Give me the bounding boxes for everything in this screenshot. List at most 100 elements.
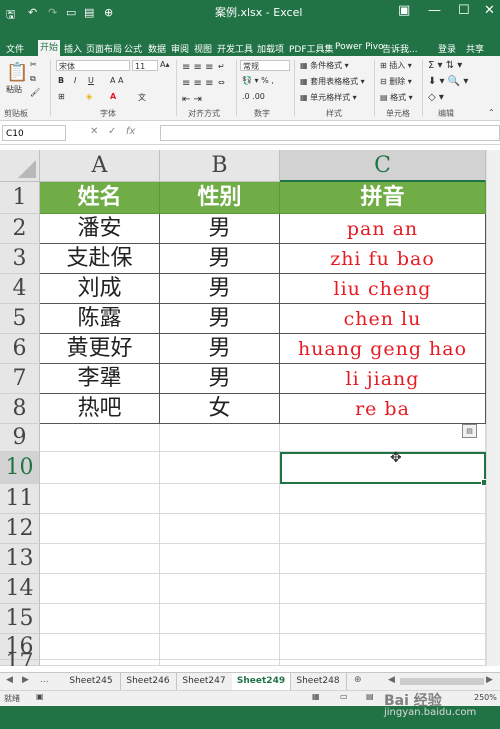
decimal-icon[interactable]: .0 .00 xyxy=(242,92,265,101)
table-header-cell[interactable]: 性别 xyxy=(160,182,280,214)
phonetic-icon[interactable]: 文 xyxy=(138,92,146,103)
quick-analysis-icon[interactable]: ▤ xyxy=(462,424,477,438)
table-cell[interactable]: pan an xyxy=(280,214,486,244)
conditional-format-button[interactable]: ▦ 条件格式 ▾ xyxy=(300,60,349,71)
align-top-icon[interactable]: ≡ ≡ ≡ xyxy=(182,62,214,73)
enter-icon[interactable]: ✓ xyxy=(108,126,116,137)
customize-icon[interactable]: ▤ xyxy=(84,6,94,19)
cut-icon[interactable]: ✂ xyxy=(30,60,37,69)
format-painter-icon[interactable]: 🖌 xyxy=(30,88,40,97)
table-cell[interactable]: 潘安 xyxy=(40,214,160,244)
select-all-button[interactable] xyxy=(0,150,40,182)
indent-icon[interactable]: ⇤ ⇥ xyxy=(182,94,202,105)
currency-icon[interactable]: 💱 ▾ % , xyxy=(242,76,274,85)
tab-pdf-tools[interactable]: PDF工具集 xyxy=(289,42,334,55)
cancel-icon[interactable]: ✕ xyxy=(90,126,98,137)
delete-cells-button[interactable]: ⊟ 删除 ▾ xyxy=(380,76,412,87)
empty-cell[interactable] xyxy=(160,424,280,452)
empty-cell[interactable] xyxy=(280,424,486,452)
row-header[interactable]: 15 xyxy=(0,604,40,634)
row-header[interactable]: 11 xyxy=(0,484,40,514)
collapse-ribbon-icon[interactable]: ⌃ xyxy=(488,108,495,117)
font-size-select[interactable]: 11 xyxy=(132,60,158,71)
table-cell[interactable]: 刘成 xyxy=(40,274,160,304)
tab-developer[interactable]: 开发工具 xyxy=(217,42,253,55)
redo-icon[interactable]: ↷ xyxy=(48,6,57,19)
column-header-a[interactable]: A xyxy=(40,150,160,182)
fill-color-icon[interactable]: ◈ xyxy=(86,92,92,101)
empty-cell[interactable] xyxy=(280,484,486,514)
wrap-text-icon[interactable]: ↵ xyxy=(218,62,225,71)
tab-insert[interactable]: 插入 xyxy=(64,42,82,55)
empty-cell[interactable] xyxy=(160,452,280,484)
format-cells-button[interactable]: ▤ 格式 ▾ xyxy=(380,92,413,103)
tell-me-search[interactable]: 告诉我... xyxy=(382,42,418,55)
align-left-icon[interactable]: ≡ ≡ ≡ xyxy=(182,78,214,89)
font-name-select[interactable]: 宋体 xyxy=(56,60,130,71)
empty-cell[interactable] xyxy=(280,660,486,666)
row-header[interactable]: 6 xyxy=(0,334,40,364)
sheet-tab[interactable]: Sheet246 xyxy=(120,673,177,690)
table-cell[interactable]: 支赴保 xyxy=(40,244,160,274)
table-cell[interactable]: 男 xyxy=(160,364,280,394)
table-cell[interactable]: re ba xyxy=(280,394,486,424)
maximize-icon[interactable]: ☐ xyxy=(458,3,470,18)
active-cell-selection[interactable] xyxy=(280,452,488,486)
sheet-tab[interactable]: Sheet245 xyxy=(62,673,121,690)
share-button[interactable]: 共享 xyxy=(466,42,484,55)
table-cell[interactable]: 热吧 xyxy=(40,394,160,424)
empty-cell[interactable] xyxy=(40,574,160,604)
horizontal-scrollbar[interactable] xyxy=(400,678,484,685)
more-sheets-icon[interactable]: ... xyxy=(40,675,49,685)
page-layout-icon[interactable]: ▭ xyxy=(340,692,348,701)
empty-cell[interactable] xyxy=(40,634,160,660)
table-cell[interactable]: 男 xyxy=(160,274,280,304)
add-sheet-icon[interactable]: ⊕ xyxy=(354,675,362,685)
empty-cell[interactable] xyxy=(40,544,160,574)
empty-cell[interactable] xyxy=(40,452,160,484)
empty-cell[interactable] xyxy=(160,514,280,544)
sheet-tab[interactable]: Sheet247 xyxy=(176,673,233,690)
empty-cell[interactable] xyxy=(160,544,280,574)
table-cell[interactable]: liu cheng xyxy=(280,274,486,304)
tab-formulas[interactable]: 公式 xyxy=(124,42,142,55)
empty-cell[interactable] xyxy=(160,604,280,634)
table-cell[interactable]: zhi fu bao xyxy=(280,244,486,274)
zoom-level[interactable]: 250% xyxy=(474,693,497,702)
prev-sheet-icon[interactable]: ◀ xyxy=(6,675,13,685)
vertical-scrollbar[interactable] xyxy=(486,150,500,666)
tab-home[interactable]: 开始 xyxy=(38,40,61,56)
border-icon[interactable]: ⊞ xyxy=(58,92,65,101)
table-cell[interactable]: 女 xyxy=(160,394,280,424)
row-header[interactable]: 9 xyxy=(0,424,40,452)
name-box[interactable]: C10 xyxy=(2,125,66,141)
print-preview-icon[interactable]: ▭ xyxy=(66,6,76,19)
table-header-cell[interactable]: 姓名 xyxy=(40,182,160,214)
empty-cell[interactable] xyxy=(40,660,160,666)
table-cell[interactable]: 男 xyxy=(160,244,280,274)
table-cell[interactable]: chen lu xyxy=(280,304,486,334)
fill-icon[interactable]: ⬇ ▾ 🔍 ▾ xyxy=(428,76,468,87)
hscroll-right-icon[interactable]: ▶ xyxy=(486,675,493,685)
empty-cell[interactable] xyxy=(280,514,486,544)
empty-cell[interactable] xyxy=(40,514,160,544)
normal-view-icon[interactable]: ▦ xyxy=(312,692,320,701)
table-cell[interactable]: 黄更好 xyxy=(40,334,160,364)
row-header[interactable]: 5 xyxy=(0,304,40,334)
tab-review[interactable]: 审阅 xyxy=(171,42,189,55)
undo-icon[interactable]: ↶ xyxy=(28,6,37,19)
merge-center-icon[interactable]: ⇔ xyxy=(218,78,225,87)
paste-label[interactable]: 粘贴 xyxy=(6,84,22,95)
sheet-tab[interactable]: Sheet248 xyxy=(290,673,347,690)
copy-icon[interactable]: ⧉ xyxy=(30,74,36,84)
empty-cell[interactable] xyxy=(160,660,280,666)
bold-icon[interactable]: B xyxy=(58,76,64,85)
row-header[interactable]: 12 xyxy=(0,514,40,544)
font-grow-icon[interactable]: A▴ xyxy=(160,60,170,69)
tab-addins[interactable]: 加载项 xyxy=(257,42,284,55)
row-header[interactable]: 1 xyxy=(0,182,40,214)
tab-page-layout[interactable]: 页面布局 xyxy=(86,42,122,55)
row-header[interactable]: 10 xyxy=(0,452,40,484)
hscroll-left-icon[interactable]: ◀ xyxy=(388,675,395,685)
row-header[interactable]: 4 xyxy=(0,274,40,304)
